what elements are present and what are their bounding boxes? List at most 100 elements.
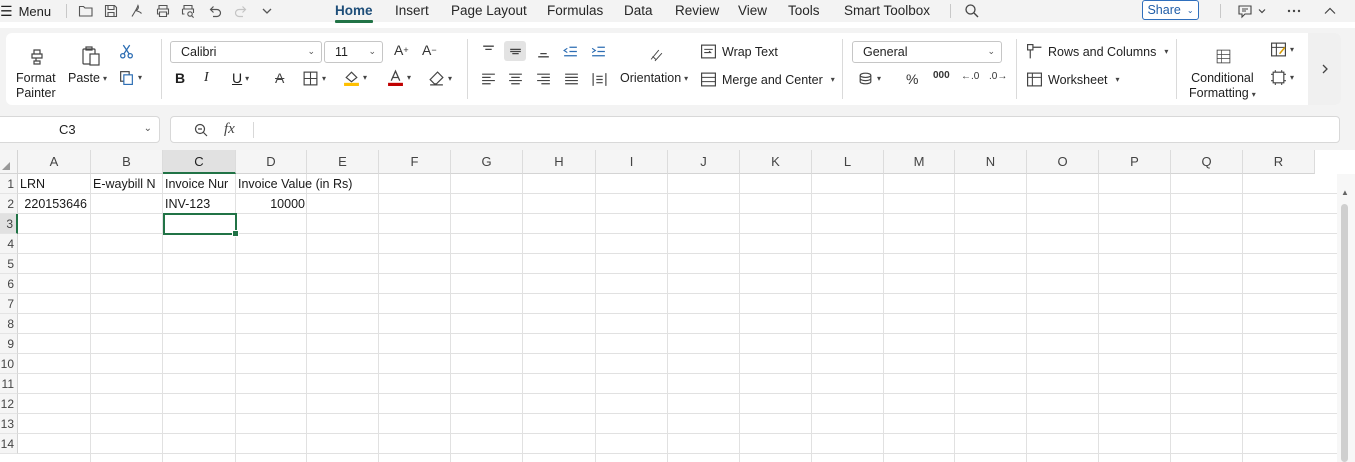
- rows-columns-button[interactable]: Rows and Columns ▾: [1026, 43, 1168, 60]
- column-header-h[interactable]: H: [523, 150, 596, 174]
- scroll-up-icon[interactable]: ▲: [1341, 188, 1349, 197]
- row-header-6[interactable]: 6: [0, 274, 18, 294]
- merge-center-button[interactable]: Merge and Center ▾: [700, 71, 835, 88]
- copy-button[interactable]: ▾: [118, 69, 142, 86]
- tab-tools[interactable]: Tools: [788, 0, 820, 22]
- formula-input[interactable]: fx: [170, 116, 1340, 143]
- column-header-o[interactable]: O: [1027, 150, 1099, 174]
- align-top-icon[interactable]: [478, 41, 498, 61]
- save-icon[interactable]: [101, 1, 121, 21]
- conditional-formatting-icon[interactable]: [1210, 43, 1236, 69]
- increase-decimal-icon[interactable]: ←.0: [961, 71, 979, 82]
- clear-button[interactable]: ▾: [428, 70, 452, 87]
- ribbon-scroll-right-icon[interactable]: [1308, 33, 1341, 105]
- cell-a2[interactable]: 220153646: [20, 194, 90, 214]
- format-painter-icon[interactable]: [22, 45, 52, 67]
- cell-d1[interactable]: Invoice Value (in Rs): [238, 174, 378, 194]
- tab-insert[interactable]: Insert: [395, 0, 429, 22]
- column-header-p[interactable]: P: [1099, 150, 1171, 174]
- align-middle-icon[interactable]: [504, 41, 526, 61]
- percent-style-button[interactable]: %: [906, 71, 918, 87]
- cell-d2[interactable]: 10000: [238, 194, 308, 214]
- row-header-5[interactable]: 5: [0, 254, 18, 274]
- conditional-formatting-button[interactable]: Conditional Formatting ▾: [1189, 71, 1256, 102]
- bold-icon[interactable]: B: [175, 70, 185, 86]
- cut-icon[interactable]: [116, 41, 136, 61]
- tab-home[interactable]: Home: [335, 0, 373, 23]
- row-header-4[interactable]: 4: [0, 234, 18, 254]
- row-header-10[interactable]: 10: [0, 354, 18, 374]
- column-header-e[interactable]: E: [307, 150, 379, 174]
- row-header-1[interactable]: 1: [0, 174, 18, 194]
- cell-a1[interactable]: LRN: [20, 174, 90, 194]
- select-all-corner[interactable]: [0, 150, 18, 174]
- column-header-f[interactable]: F: [379, 150, 451, 174]
- active-cell-cursor[interactable]: [163, 213, 239, 237]
- column-header-b[interactable]: B: [91, 150, 163, 174]
- tab-smart-toolbox[interactable]: Smart Toolbox: [844, 0, 930, 22]
- print-icon[interactable]: [153, 1, 173, 21]
- name-box[interactable]: C3 ⌄: [0, 116, 160, 143]
- orientation-icon[interactable]: [644, 43, 668, 67]
- undo-icon[interactable]: [205, 1, 225, 21]
- fill-color-button[interactable]: ▾: [343, 69, 367, 86]
- align-left-icon[interactable]: [478, 69, 498, 89]
- number-format-select[interactable]: General ⌄: [852, 41, 1002, 63]
- row-header-13[interactable]: 13: [0, 414, 18, 434]
- align-center-icon[interactable]: [505, 69, 525, 89]
- row-header-7[interactable]: 7: [0, 294, 18, 314]
- increase-indent-icon[interactable]: [588, 41, 608, 61]
- thousands-separator-button[interactable]: 000: [933, 70, 950, 81]
- format-painter-button[interactable]: Format Painter: [16, 71, 56, 101]
- tab-formulas[interactable]: Formulas: [547, 0, 603, 22]
- row-header-14[interactable]: 14: [0, 434, 18, 454]
- vertical-scrollbar[interactable]: ▲: [1337, 174, 1355, 462]
- font-size-select[interactable]: 11 ⌄: [324, 41, 383, 63]
- insert-function-icon[interactable]: fx: [224, 121, 235, 138]
- more-options-icon[interactable]: [1284, 1, 1304, 21]
- underline-button[interactable]: U ▾: [232, 70, 249, 86]
- column-header-r[interactable]: R: [1243, 150, 1315, 174]
- column-header-c[interactable]: C: [163, 150, 236, 174]
- zoom-formula-icon[interactable]: [193, 122, 209, 141]
- spreadsheet-grid[interactable]: ABCDEFGHIJKLMNOPQR 1 2 3 4 5 6 7 8 9 10 11 12 13 14 L…: [0, 150, 1355, 462]
- search-icon[interactable]: [962, 1, 982, 21]
- column-header-m[interactable]: M: [884, 150, 955, 174]
- scrollbar-thumb[interactable]: [1341, 204, 1348, 462]
- column-header-n[interactable]: N: [955, 150, 1027, 174]
- align-right-icon[interactable]: [533, 69, 553, 89]
- chevron-down-icon[interactable]: [257, 1, 277, 21]
- column-header-d[interactable]: D: [236, 150, 307, 174]
- strikethrough-icon[interactable]: A: [275, 70, 284, 86]
- column-header-l[interactable]: L: [812, 150, 884, 174]
- row-header-9[interactable]: 9: [0, 334, 18, 354]
- row-header-2[interactable]: 2: [0, 194, 18, 214]
- tab-data[interactable]: Data: [624, 0, 653, 22]
- distributed-icon[interactable]: [589, 69, 609, 89]
- justify-icon[interactable]: [561, 69, 581, 89]
- align-bottom-icon[interactable]: [533, 41, 553, 61]
- font-name-select[interactable]: Calibri ⌄: [170, 41, 322, 63]
- wrap-text-button[interactable]: Wrap Text: [700, 43, 778, 60]
- share-button[interactable]: Share ⌄: [1142, 0, 1199, 20]
- column-header-k[interactable]: K: [740, 150, 812, 174]
- export-pdf-icon[interactable]: [126, 1, 146, 21]
- cell-c1[interactable]: Invoice Nur: [165, 174, 235, 194]
- worksheet-button[interactable]: Worksheet ▾: [1026, 71, 1120, 88]
- menu-button[interactable]: ☰ Menu: [0, 0, 51, 22]
- decrease-font-size-icon[interactable]: A −: [422, 42, 437, 58]
- increase-font-size-icon[interactable]: A +: [394, 42, 409, 58]
- orientation-button[interactable]: Orientation ▾: [620, 71, 688, 85]
- row-header-12[interactable]: 12: [0, 394, 18, 414]
- row-header-8[interactable]: 8: [0, 314, 18, 334]
- paste-icon[interactable]: [76, 43, 106, 69]
- borders-button[interactable]: ▾: [302, 70, 326, 87]
- decrease-decimal-icon[interactable]: .0→: [989, 71, 1007, 82]
- row-header-3[interactable]: 3: [0, 214, 18, 234]
- column-header-a[interactable]: A: [18, 150, 91, 174]
- cell-styles-button[interactable]: ▾: [1270, 41, 1294, 58]
- paste-button[interactable]: Paste ▾: [68, 71, 107, 85]
- cell-c2[interactable]: INV-123: [165, 194, 235, 214]
- italic-icon[interactable]: I: [204, 70, 209, 86]
- cell-b1[interactable]: E-waybill N: [93, 174, 163, 194]
